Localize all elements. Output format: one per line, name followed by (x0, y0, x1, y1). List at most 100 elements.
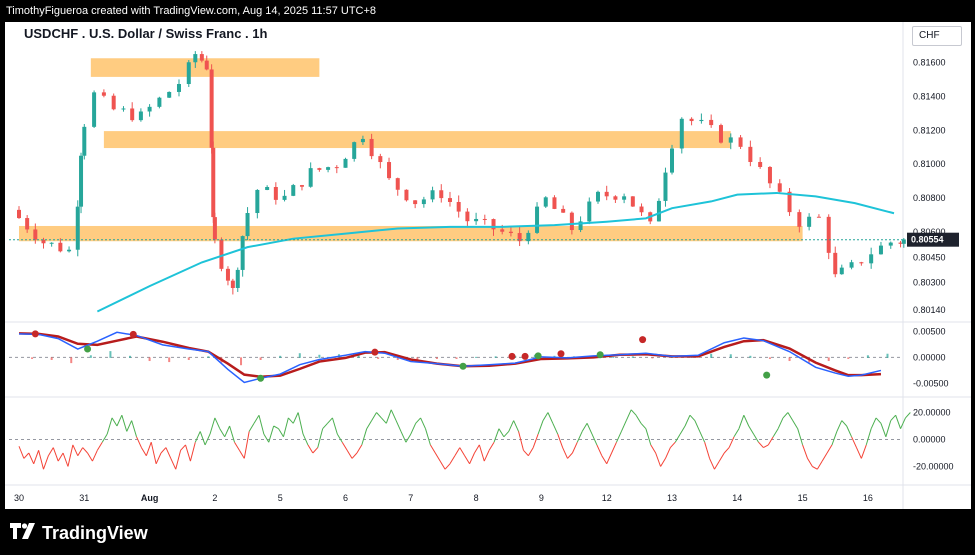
candle-body (500, 229, 505, 232)
osc-segment (763, 444, 769, 449)
candle-body (186, 62, 191, 85)
candle-body (595, 191, 600, 202)
price-tick-label: 0.81600 (913, 57, 946, 67)
macd-tick-label: 0.00500 (913, 326, 946, 336)
candle-body (679, 118, 684, 149)
osc-segment (743, 414, 750, 427)
macd-histogram-bar (298, 353, 301, 358)
osc-segment (547, 412, 554, 424)
candle-body (92, 92, 97, 127)
ema-line (96, 191, 895, 313)
osc-segment (738, 415, 745, 429)
time-axis-label: 14 (732, 493, 742, 503)
osc-segment (856, 447, 862, 459)
candle-body (508, 231, 513, 234)
osc-segment (346, 450, 353, 459)
osc-segment (836, 420, 843, 432)
macd-histogram-bar (187, 357, 190, 360)
attribution-bar: TimothyFigueroa created with TradingView… (0, 0, 975, 22)
osc-segment (278, 428, 284, 438)
macd-tick-label: 0.00000 (913, 352, 946, 362)
osc-segment (18, 446, 25, 459)
macd-cross-marker (508, 352, 516, 360)
candle-body (663, 172, 668, 201)
osc-segment (136, 436, 142, 448)
candle-body (41, 239, 46, 244)
osc-segment (444, 463, 451, 470)
macd-cross-marker (257, 374, 265, 382)
candle-body (369, 138, 374, 157)
macd-histogram-bar (827, 357, 830, 362)
macd-histogram-bar (749, 355, 752, 358)
chart-canvas[interactable]: 0.801400.803000.804500.806000.808000.810… (5, 22, 971, 509)
osc-segment (704, 442, 711, 459)
osc-segment (121, 415, 128, 432)
osc-segment (67, 444, 74, 467)
osc-segment (787, 412, 794, 421)
osc-segment (23, 452, 30, 459)
price-tick-label: 0.81000 (913, 159, 946, 169)
candle-body (718, 125, 723, 143)
osc-segment (890, 414, 897, 421)
candle-body (869, 254, 874, 264)
osc-segment (865, 428, 872, 446)
osc-segment (273, 425, 279, 430)
osc-segment (420, 417, 426, 429)
osc-segment (562, 447, 568, 459)
candle-body (79, 155, 84, 207)
osc-segment (493, 428, 500, 443)
osc-segment (625, 409, 632, 421)
macd-histogram-bar (240, 357, 243, 366)
time-axis-label: 30 (14, 493, 24, 503)
osc-segment (459, 447, 466, 456)
osc-segment (498, 428, 505, 438)
osc-segment (841, 420, 848, 427)
osc-segment (116, 414, 123, 427)
candle-body (225, 268, 230, 281)
osc-segment (875, 417, 882, 424)
osc-segment (96, 441, 103, 451)
osc-segment (131, 420, 138, 437)
currency-button[interactable]: CHF (912, 26, 962, 46)
osc-segment (175, 450, 182, 470)
osc-segment (234, 441, 240, 451)
candle-body (630, 196, 635, 207)
osc-tick-label: -20.00000 (913, 462, 954, 472)
candle-body (807, 216, 812, 227)
osc-segment (371, 412, 377, 421)
macd-histogram-bar (279, 355, 282, 358)
osc-segment (248, 423, 255, 432)
osc-segment (640, 422, 647, 430)
macd-histogram-bar (70, 357, 73, 364)
osc-segment (170, 458, 177, 470)
candle-body (282, 195, 287, 200)
osc-segment (527, 447, 534, 456)
osc-segment (807, 458, 813, 467)
osc-segment (434, 452, 441, 462)
osc-segment (777, 417, 784, 429)
osc-segment (199, 431, 206, 446)
osc-segment (802, 444, 808, 459)
osc-segment (28, 452, 35, 465)
candle-body (130, 108, 135, 121)
candle-body (58, 242, 63, 252)
tradingview-logo[interactable]: TradingView (10, 522, 148, 544)
osc-segment (72, 444, 79, 456)
osc-segment (714, 460, 720, 470)
osc-segment (282, 417, 289, 437)
osc-segment (669, 441, 676, 448)
osc-segment (292, 412, 299, 424)
macd-histogram-bar (89, 355, 92, 358)
osc-segment (586, 423, 593, 435)
chart-frame[interactable]: 0.80140 0.80300 0.80450 0.80600 0.80800 0.810… (5, 22, 971, 509)
candle-body (552, 197, 557, 209)
osc-segment (312, 447, 319, 454)
symbol-title[interactable]: USDCHF . U.S. Dollar / Swiss Franc . 1h (24, 26, 267, 41)
osc-segment (449, 455, 456, 465)
time-axis-label: 12 (602, 493, 612, 503)
osc-segment (43, 455, 49, 470)
candle-body (75, 206, 80, 250)
candle-body (849, 262, 854, 268)
osc-segment (366, 420, 373, 429)
osc-segment (400, 431, 407, 443)
